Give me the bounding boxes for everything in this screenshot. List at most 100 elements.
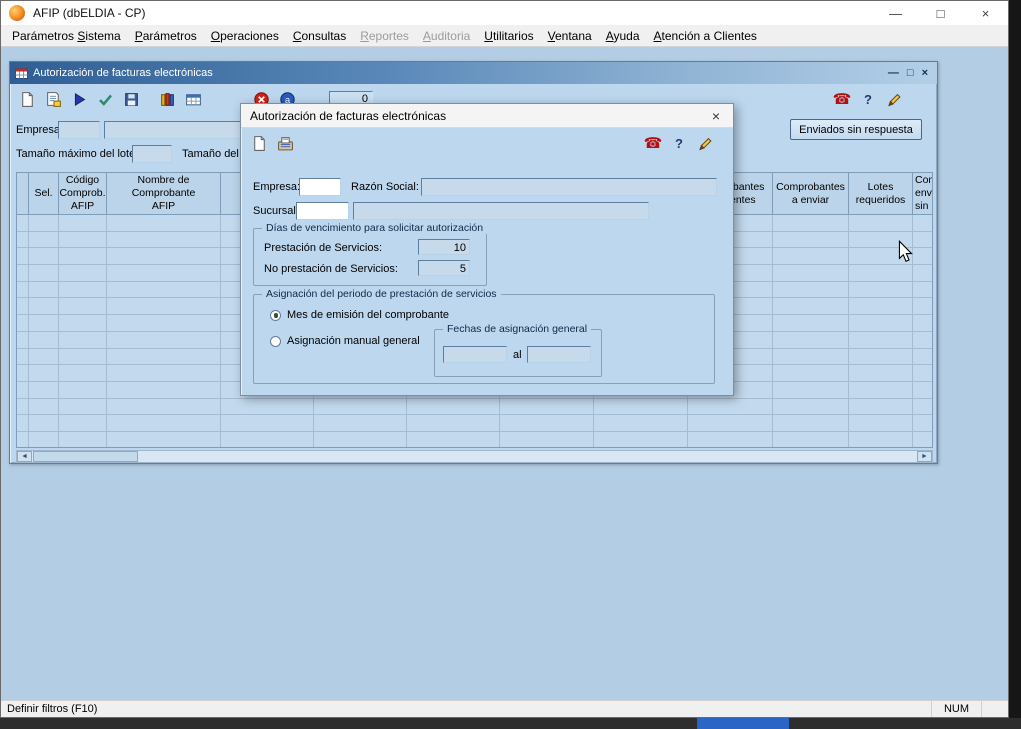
vencimiento-group-title: Días de vencimiento para solicitar autor… — [262, 222, 487, 234]
grid-cell — [59, 315, 107, 332]
al-label: al — [513, 347, 522, 363]
grid-cell — [773, 248, 849, 265]
dialog-empresa-input[interactable] — [299, 178, 341, 196]
minimize-button[interactable]: — — [873, 1, 918, 25]
grid-column-header[interactable]: Comprobantes a enviar — [773, 173, 849, 215]
run-icon — [71, 91, 88, 108]
grid-cell — [59, 332, 107, 349]
phone-icon: ☎ — [644, 136, 663, 151]
save-button[interactable] — [119, 87, 143, 111]
menu-item-consultas[interactable]: Consultas — [286, 26, 353, 46]
maximize-button[interactable]: □ — [918, 1, 963, 25]
dialog-titlebar[interactable]: Autorización de facturas electrónicas × — [241, 104, 733, 128]
grid-cell — [17, 382, 29, 399]
dialog-title: Autorización de facturas electrónicas — [250, 109, 446, 123]
menu-bar: Parámetros SistemaParámetrosOperacionesC… — [1, 25, 1008, 47]
dialog-cardfile-button[interactable] — [273, 131, 297, 155]
grid-row[interactable] — [17, 399, 932, 416]
grid-cell — [29, 232, 59, 249]
menu-item-reportes: Reportes — [353, 26, 416, 46]
grid-cell — [849, 282, 913, 299]
menu-item-ventana[interactable]: Ventana — [541, 26, 599, 46]
grid-cell — [29, 332, 59, 349]
dialog-phone-button[interactable]: ☎ — [641, 131, 665, 155]
scroll-left-button[interactable]: ◄ — [17, 451, 32, 462]
menu-item-atencion-a-clientes[interactable]: Atención a Clientes — [647, 26, 764, 46]
menu-item-parametros-sistema[interactable]: Parámetros Sistema — [5, 26, 128, 46]
grid-cell — [849, 399, 913, 416]
edit-filter-button[interactable] — [882, 87, 906, 111]
child-maximize-button[interactable]: □ — [907, 67, 914, 79]
grid-column-header[interactable]: Lotes requeridos — [849, 173, 913, 215]
grid-cell — [59, 399, 107, 416]
radio-manual-general[interactable]: Asignación manual general — [270, 335, 420, 347]
radio-mes-emision[interactable]: Mes de emisión del comprobante — [270, 309, 449, 321]
window-caption-buttons: — □ × — [873, 1, 1008, 25]
data-button[interactable] — [155, 87, 179, 111]
dialog-new-button[interactable] — [247, 131, 271, 155]
grid-cell — [314, 415, 407, 432]
grid-cell — [17, 215, 29, 232]
grid-column-header[interactable] — [17, 173, 29, 215]
run-button[interactable] — [67, 87, 91, 111]
child-titlebar[interactable]: Autorización de facturas electrónicas — … — [10, 62, 937, 84]
close-button[interactable]: × — [963, 1, 1008, 25]
grid-row[interactable] — [17, 415, 932, 432]
menu-item-utilitarios[interactable]: Utilitarios — [477, 26, 540, 46]
grid-cell — [500, 399, 594, 416]
grid-cell — [107, 232, 221, 249]
menu-item-ayuda[interactable]: Ayuda — [599, 26, 647, 46]
menu-item-operaciones[interactable]: Operaciones — [204, 26, 286, 46]
grid-column-header[interactable]: Sel. — [29, 173, 59, 215]
dialog-help-button[interactable]: ? — [667, 131, 691, 155]
empresa-label: Empresa: — [16, 122, 63, 138]
grid-cell — [59, 265, 107, 282]
grid-cell — [29, 382, 59, 399]
grid-cell — [29, 215, 59, 232]
sucursal-input[interactable] — [296, 202, 349, 220]
grid-cell — [849, 432, 913, 448]
mouse-cursor — [898, 240, 913, 263]
grid-column-header[interactable]: Código Comprob. AFIP — [59, 173, 107, 215]
help-icon: ? — [675, 136, 683, 151]
menu-item-parametros[interactable]: Parámetros — [128, 26, 204, 46]
radio-unselected-icon — [270, 336, 281, 347]
scroll-right-button[interactable]: ► — [917, 451, 932, 462]
grid-cell — [17, 232, 29, 249]
app-icon — [9, 5, 25, 21]
grid-cell — [17, 399, 29, 416]
grid-cell — [773, 315, 849, 332]
dialog-close-button[interactable]: × — [699, 104, 733, 127]
grid-cell — [913, 415, 933, 432]
screen: AFIP (dbELDIA - CP) — □ × Parámetros Sis… — [0, 0, 1021, 729]
child-close-button[interactable]: × — [922, 67, 928, 79]
grid-column-header[interactable]: Nombre de Comprobante AFIP — [107, 173, 221, 215]
radio-mes-label: Mes de emisión del comprobante — [287, 309, 449, 321]
radio-selected-icon — [270, 310, 281, 321]
grid-cell — [773, 332, 849, 349]
enviados-sin-respuesta-button[interactable]: Enviados sin respuesta — [790, 119, 922, 140]
grid-cell — [107, 365, 221, 382]
help-button[interactable]: ? — [856, 87, 880, 111]
asignacion-group: Asignación del periodo de prestación de … — [253, 294, 715, 384]
grid-cell — [594, 432, 688, 448]
child-minimize-button[interactable]: — — [888, 67, 899, 79]
grid-cell — [688, 432, 773, 448]
confirm-button[interactable] — [93, 87, 117, 111]
grid-cell — [773, 232, 849, 249]
new-button[interactable] — [15, 87, 39, 111]
grid-cell — [773, 265, 849, 282]
grid-column-header[interactable]: Comprobantes enviados sin respuesta — [913, 173, 933, 215]
vencimiento-group: Días de vencimiento para solicitar autor… — [253, 228, 487, 286]
grid-cell — [59, 215, 107, 232]
asignacion-group-title: Asignación del periodo de prestación de … — [262, 288, 501, 300]
properties-button[interactable] — [41, 87, 65, 111]
tamano-lote-input — [132, 145, 172, 163]
export-grid-button[interactable] — [181, 87, 205, 111]
phone-button[interactable]: ☎ — [830, 87, 854, 111]
horizontal-scrollbar[interactable]: ◄ ► — [16, 450, 933, 463]
dialog-edit-button[interactable] — [693, 131, 717, 155]
grid-cell — [17, 265, 29, 282]
scroll-thumb[interactable] — [33, 451, 138, 462]
grid-row[interactable] — [17, 432, 932, 448]
